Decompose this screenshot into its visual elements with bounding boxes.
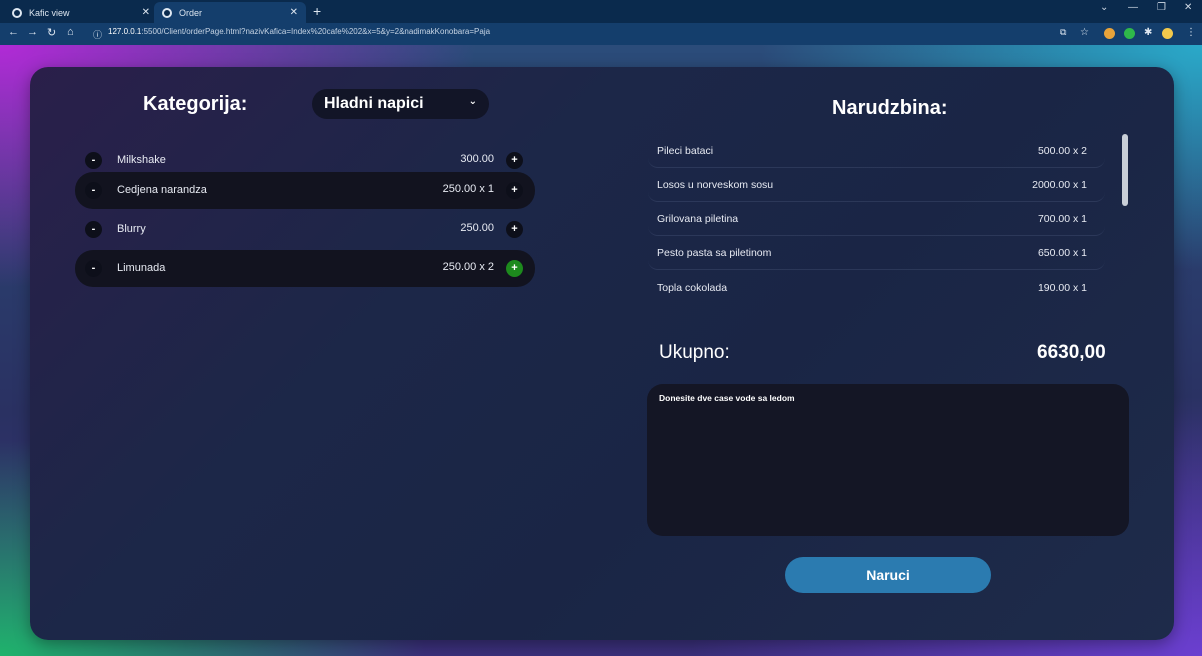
order-item-name: Pesto pasta sa piletinom [657, 247, 772, 259]
browser-tab-kafic-view[interactable]: Kafic view ✕ [4, 2, 158, 23]
increase-button[interactable]: + [506, 260, 523, 277]
order-row: Pileci bataci 500.00 x 2 [648, 135, 1105, 168]
total-value: 6630,00 [1037, 342, 1106, 363]
menu-item-price: 300.00 [460, 153, 494, 165]
order-item-qty: 2000.00 x 1 [1032, 179, 1087, 191]
decrease-button[interactable]: - [85, 260, 102, 277]
browser-address-bar: ← → ↻ ⌂ ⓘ 127.0.0.1:5500/Client/orderPag… [0, 23, 1202, 45]
increase-button[interactable]: + [506, 182, 523, 199]
extension-icon[interactable] [1104, 28, 1115, 39]
share-icon[interactable]: ⧉ [1060, 27, 1066, 38]
page-background: Kategorija: Hladni napici ⌄ - Milkshake … [0, 45, 1202, 656]
menu-item-name: Limunada [117, 262, 166, 274]
menu-item-price: 250.00 x 1 [442, 183, 494, 195]
menu-item: - Cedjena narandza 250.00 x 1 + [75, 172, 535, 209]
order-row: Pesto pasta sa piletinom 650.00 x 1 [648, 237, 1105, 270]
menu-item-name: Cedjena narandza [117, 184, 207, 196]
order-item-qty: 190.00 x 1 [1037, 282, 1087, 294]
tab-title: Kafic view [29, 7, 70, 18]
back-icon[interactable]: ← [8, 26, 19, 38]
profile-avatar-icon[interactable] [1162, 28, 1173, 39]
minimize-icon[interactable]: — [1128, 2, 1138, 13]
menu-item-price: 250.00 x 2 [442, 261, 494, 273]
increase-button[interactable]: + [506, 152, 523, 169]
order-list-scrollbar[interactable] [1122, 134, 1128, 206]
bookmark-star-icon[interactable]: ☆ [1080, 27, 1089, 38]
submit-order-button[interactable]: Naruci [785, 557, 991, 593]
new-tab-icon[interactable]: + [313, 3, 321, 19]
order-card: Kategorija: Hladni napici ⌄ - Milkshake … [30, 67, 1174, 640]
chevron-down-icon: ⌄ [468, 96, 477, 107]
order-item-qty: 650.00 x 1 [1037, 247, 1087, 259]
order-row: Losos u norveskom sosu 2000.00 x 1 [648, 169, 1105, 202]
decrease-button[interactable]: - [85, 152, 102, 169]
close-tab-icon[interactable]: ✕ [142, 7, 150, 18]
tab-title: Order [179, 7, 203, 18]
order-item-name: Grilovana piletina [657, 213, 739, 225]
order-item-name: Topla cokolada [657, 282, 728, 294]
close-window-icon[interactable]: ✕ [1184, 2, 1192, 13]
menu-item-price: 250.00 [460, 222, 494, 234]
increase-button[interactable]: + [506, 221, 523, 238]
order-row: Grilovana piletina 700.00 x 1 [648, 203, 1105, 236]
url-host: 127.0.0.1 [108, 27, 142, 36]
category-label: Kategorija: [143, 93, 248, 115]
menu-item: - Limunada 250.00 x 2 + [75, 250, 535, 287]
menu-kebab-icon[interactable]: ⋮ [1186, 27, 1196, 38]
reload-icon[interactable]: ↻ [47, 26, 56, 39]
total-label: Ukupno: [659, 342, 730, 363]
tab-search-icon[interactable]: ⌄ [1100, 2, 1108, 13]
close-tab-icon[interactable]: ✕ [290, 7, 298, 18]
browser-tab-bar: Kafic view ✕ Order ✕ + ⌄ — ❐ ✕ [0, 0, 1202, 23]
extensions-puzzle-icon[interactable]: ✱ [1144, 27, 1152, 38]
category-select[interactable]: Hladni napici ⌄ [312, 89, 489, 119]
extension-icon[interactable] [1124, 28, 1135, 39]
order-item-name: Losos u norveskom sosu [657, 179, 774, 191]
order-item-qty: 500.00 x 2 [1037, 145, 1087, 157]
globe-icon [12, 7, 22, 18]
menu-item: - Blurry 250.00 + [75, 211, 535, 248]
menu-item-name: Blurry [117, 223, 146, 235]
order-item-name: Pileci bataci [657, 145, 714, 157]
url-path: :5500/Client/orderPage.html?nazivKafica=… [141, 27, 491, 36]
browser-tab-order[interactable]: Order ✕ [154, 2, 306, 23]
order-item-qty: 700.00 x 1 [1037, 213, 1087, 225]
order-title: Narudzbina: [832, 97, 948, 119]
info-icon[interactable]: ⓘ [93, 28, 102, 41]
decrease-button[interactable]: - [85, 221, 102, 238]
decrease-button[interactable]: - [85, 182, 102, 199]
globe-icon [162, 7, 172, 18]
home-icon[interactable]: ⌂ [67, 26, 74, 38]
order-row: Topla cokolada 190.00 x 1 [648, 272, 1105, 305]
forward-icon[interactable]: → [27, 26, 38, 38]
category-select-value: Hladni napici [324, 95, 424, 112]
restore-icon[interactable]: ❐ [1157, 2, 1166, 13]
url-field[interactable]: 127.0.0.1:5500/Client/orderPage.html?naz… [108, 27, 490, 36]
menu-item-name: Milkshake [117, 154, 166, 166]
order-note-textarea[interactable]: Donesite dve case vode sa ledom [647, 384, 1129, 536]
